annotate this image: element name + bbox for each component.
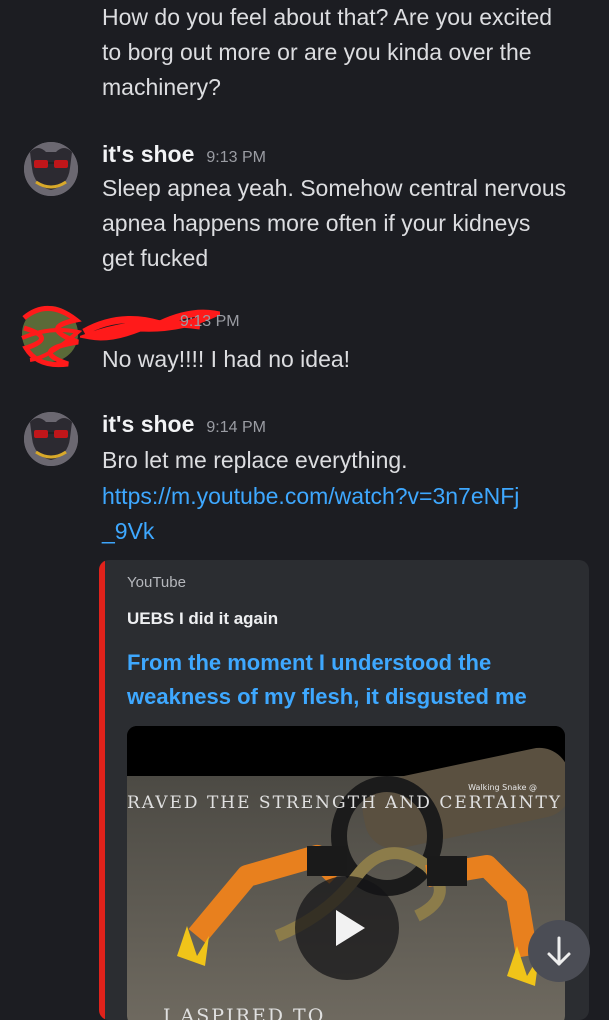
timestamp: 9:14 PM [206, 419, 266, 436]
thumbnail-caption-top: RAVED THE STRENGTH AND CERTAINTY OF ST [127, 793, 565, 813]
message-text-1: How do you feel about that? Are you exci… [102, 4, 553, 100]
avatar-image [24, 412, 78, 466]
embed-title[interactable]: From the moment I understood the weaknes… [127, 646, 567, 714]
avatar-image [24, 142, 78, 196]
message-header-2: it's shoe 9:13 PM [102, 141, 266, 168]
author-name[interactable]: it's shoe [102, 141, 194, 168]
thumbnail-caption-bottom: I ASPIRED TO [163, 1005, 325, 1020]
redacted-avatar[interactable] [18, 298, 83, 370]
thumbnail-watermark: Walking Snake @ [468, 783, 537, 792]
message-text-2: Sleep apnea yeah. Somehow central nervou… [102, 175, 567, 271]
embed-author[interactable]: UEBS I did it again [127, 609, 278, 629]
arrow-down-icon [547, 936, 571, 966]
play-button[interactable] [295, 876, 399, 980]
play-icon [336, 910, 365, 946]
message-header-4: it's shoe 9:14 PM [102, 411, 266, 438]
embed-provider[interactable]: YouTube [127, 574, 186, 591]
author-name[interactable]: it's shoe [102, 411, 194, 438]
scroll-to-bottom-button[interactable] [528, 920, 590, 982]
embed-accent-bar [99, 560, 105, 1020]
timestamp: 9:13 PM [180, 313, 240, 330]
avatar-its-shoe[interactable] [24, 412, 78, 466]
message-header-3: 9:13 PM [180, 313, 240, 331]
message-text-3: No way!!!! I had no idea! [102, 346, 351, 372]
youtube-link[interactable]: https://m.youtube.com/watch?v=3n7eNFj _9… [102, 479, 519, 549]
message-text-4: Bro let me replace everything. [102, 447, 408, 473]
avatar-its-shoe[interactable] [24, 142, 78, 196]
redaction-scribble [21, 306, 83, 368]
timestamp: 9:13 PM [206, 149, 266, 166]
